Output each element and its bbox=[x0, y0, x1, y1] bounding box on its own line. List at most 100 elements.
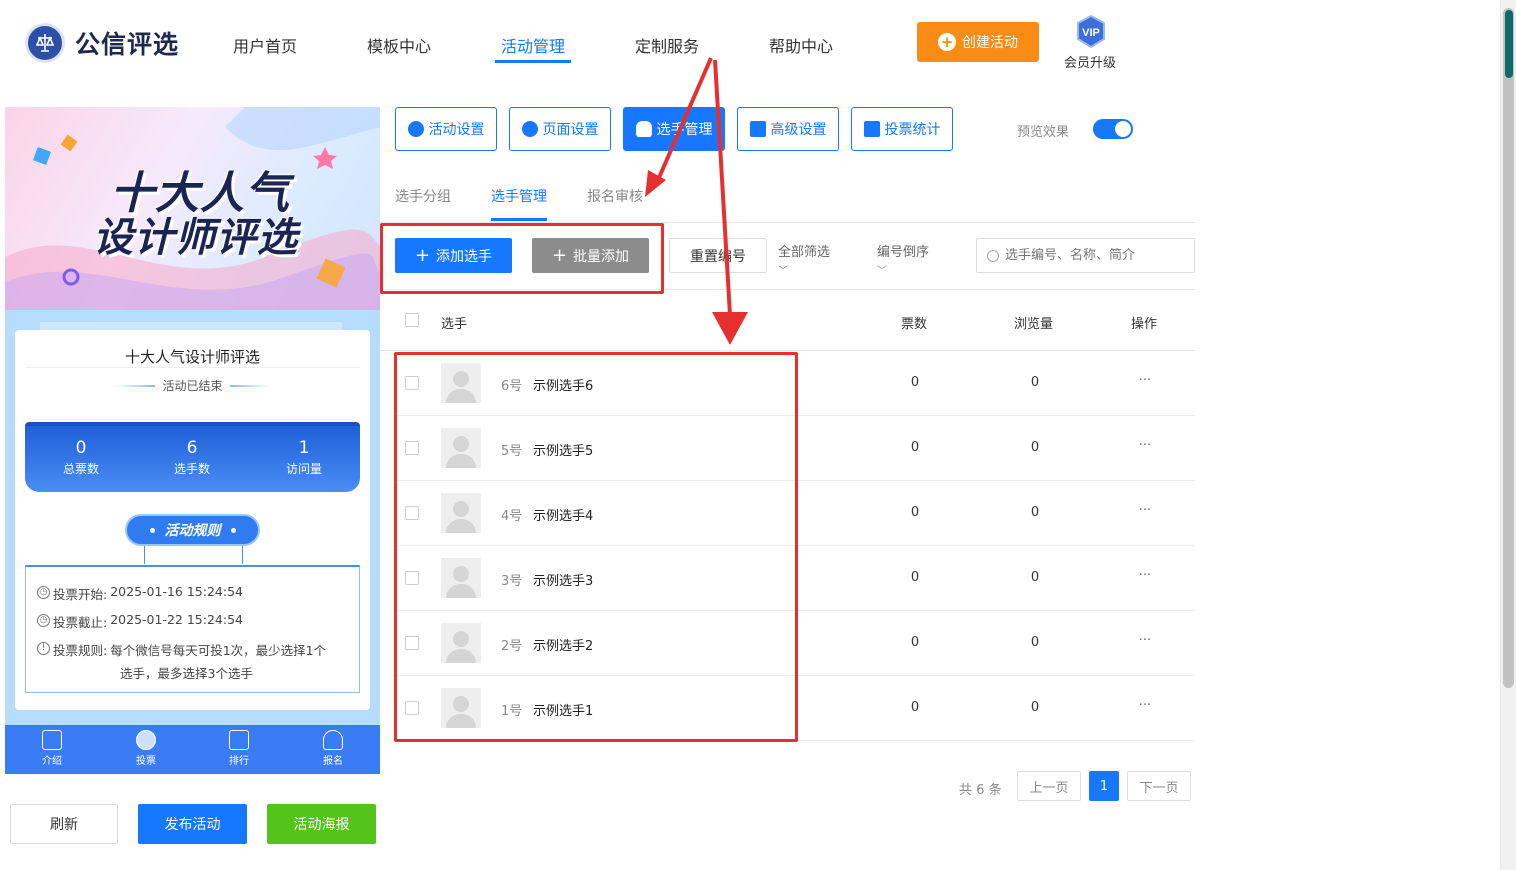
tab-ranking[interactable]: 排行 bbox=[209, 730, 269, 767]
nav-user-home[interactable]: 用户首页 bbox=[233, 33, 297, 57]
prev-page-button[interactable]: 上一页 bbox=[1017, 771, 1081, 801]
info-icon: ! bbox=[37, 642, 50, 655]
logo-text[interactable]: 公信评选 bbox=[75, 25, 179, 61]
page-settings-button[interactable]: 页面设置 bbox=[509, 107, 611, 151]
filter-all-label: 全部筛选 bbox=[778, 245, 831, 260]
contestant-management-label: 选手管理 bbox=[656, 122, 713, 138]
card-top-strip bbox=[40, 322, 342, 330]
advanced-settings-button[interactable]: 高级设置 bbox=[737, 107, 839, 151]
more-actions-button[interactable]: ··· bbox=[1125, 698, 1165, 713]
rule-end-value: 2025-01-22 15:24:54 bbox=[110, 612, 243, 627]
tab-ranking-label: 排行 bbox=[229, 756, 249, 767]
sort-number-desc-select[interactable]: 编号倒序 ﹀ bbox=[877, 241, 929, 277]
vip-badge-text: VIP bbox=[1082, 27, 1100, 39]
page-1-button[interactable]: 1 bbox=[1089, 771, 1119, 801]
search-input[interactable] bbox=[1005, 248, 1185, 263]
contestant-views: 0 bbox=[1030, 375, 1040, 390]
rule-start-label: 投票开始: bbox=[53, 587, 108, 602]
user-icon bbox=[323, 730, 343, 750]
nav-custom-service[interactable]: 定制服务 bbox=[635, 33, 699, 57]
rule-voting-value: 每个微信号每天可投1次，最少选择1个 bbox=[110, 643, 327, 658]
more-actions-button[interactable]: ··· bbox=[1125, 633, 1165, 648]
annotation-box-list bbox=[394, 352, 798, 742]
create-activity-label: 创建活动 bbox=[962, 35, 1018, 51]
contestant-views: 0 bbox=[1030, 570, 1040, 585]
stat-visits-label: 访问量 bbox=[285, 462, 322, 476]
rules-connector-right bbox=[242, 546, 243, 564]
contestant-votes: 0 bbox=[910, 700, 920, 715]
stat-total-votes-value: 0 bbox=[75, 438, 87, 458]
nav-activity-management[interactable]: 活动管理 bbox=[501, 33, 565, 57]
contestant-votes: 0 bbox=[910, 375, 920, 390]
contestant-management-button[interactable]: 选手管理 bbox=[623, 107, 725, 151]
tab-intro-label: 介绍 bbox=[42, 756, 62, 767]
more-actions-button[interactable]: ··· bbox=[1125, 373, 1165, 388]
stat-total-votes-label: 总票数 bbox=[62, 462, 99, 476]
col-votes: 票数 bbox=[901, 317, 928, 332]
rule-voting: ! 投票规则: 每个微信号每天可投1次，最少选择1个 bbox=[37, 640, 326, 659]
vote-statistics-button[interactable]: 投票统计 bbox=[851, 107, 953, 151]
gear-icon bbox=[521, 121, 538, 137]
rules-title-pill: 活动规则 bbox=[125, 514, 260, 546]
chevron-down-icon: ﹀ bbox=[877, 266, 887, 277]
col-contestant: 选手 bbox=[441, 317, 468, 332]
select-all-checkbox[interactable] bbox=[405, 313, 419, 327]
tab-vote[interactable]: 投票 bbox=[116, 730, 176, 767]
page-scrollbar-thumb[interactable] bbox=[1503, 8, 1514, 688]
more-actions-button[interactable]: ··· bbox=[1125, 568, 1165, 583]
rule-end: ◷ 投票截止: 2025-01-22 15:24:54 bbox=[37, 612, 243, 631]
subtab-contestant-management[interactable]: 选手管理 bbox=[491, 186, 547, 206]
rules-connector-left bbox=[144, 546, 145, 564]
tab-vote-label: 投票 bbox=[136, 756, 156, 767]
subtab-contestant-groups[interactable]: 选手分组 bbox=[395, 186, 451, 206]
preview-effect-label: 预览效果 bbox=[1017, 125, 1070, 140]
rule-start-value: 2025-01-16 15:24:54 bbox=[110, 584, 243, 599]
tab-intro[interactable]: 介绍 bbox=[22, 730, 82, 767]
contestant-votes: 0 bbox=[910, 440, 920, 455]
subtab-active-indicator bbox=[491, 218, 547, 221]
activity-settings-button[interactable]: 活动设置 bbox=[395, 107, 497, 151]
search-icon bbox=[987, 249, 999, 262]
clock-icon: ◷ bbox=[37, 614, 50, 627]
sort-number-desc-label: 编号倒序 bbox=[877, 245, 930, 260]
stat-contestants-label: 选手数 bbox=[173, 462, 210, 476]
rule-end-label: 投票截止: bbox=[53, 615, 108, 630]
filter-all-select[interactable]: 全部筛选 ﹀ bbox=[778, 241, 830, 277]
star-icon bbox=[407, 121, 424, 137]
contestant-views: 0 bbox=[1030, 635, 1040, 650]
preview-effect-toggle-knob[interactable] bbox=[1115, 121, 1131, 137]
pagination-total: 共 6 条 bbox=[959, 783, 1002, 798]
more-actions-button[interactable]: ··· bbox=[1125, 503, 1165, 518]
rules-title: 活动规则 bbox=[164, 523, 221, 539]
contestant-views: 0 bbox=[1030, 505, 1040, 520]
refresh-button[interactable]: 刷新 bbox=[10, 804, 118, 844]
create-activity-button[interactable]: + 创建活动 bbox=[917, 22, 1039, 62]
publish-activity-button[interactable]: 发布活动 bbox=[138, 804, 247, 844]
preview-banner: 十大人气 设计师评选 bbox=[5, 107, 380, 310]
vote-icon bbox=[136, 730, 156, 750]
nav-template-center[interactable]: 模板中心 bbox=[367, 33, 431, 57]
more-actions-button[interactable]: ··· bbox=[1125, 438, 1165, 453]
reset-number-button[interactable]: 重置编号 bbox=[669, 238, 767, 273]
logo-icon[interactable] bbox=[25, 23, 65, 63]
page-settings-label: 页面设置 bbox=[542, 122, 599, 138]
tab-signup[interactable]: 报名 bbox=[303, 730, 363, 767]
page-scrollbar-handle[interactable] bbox=[1505, 10, 1513, 78]
activity-poster-button[interactable]: 活动海报 bbox=[267, 804, 376, 844]
subtab-signup-review[interactable]: 报名审核 bbox=[587, 186, 643, 206]
nav-help-center[interactable]: 帮助中心 bbox=[769, 33, 833, 57]
bar-chart-icon bbox=[863, 121, 880, 137]
vip-upgrade-label[interactable]: 会员升级 bbox=[1064, 52, 1116, 71]
search-box[interactable] bbox=[976, 238, 1195, 273]
rule-voting-label: 投票规则: bbox=[53, 643, 108, 658]
col-actions: 操作 bbox=[1131, 317, 1158, 332]
contestant-views: 0 bbox=[1030, 440, 1040, 455]
rules-dot-left bbox=[149, 527, 155, 533]
stat-visits: 1 访问量 bbox=[254, 438, 354, 477]
vip-icon[interactable]: VIP bbox=[1073, 14, 1109, 50]
rule-voting-value-cont: 选手，最多选择3个选手 bbox=[120, 666, 253, 681]
settings-sliders-icon bbox=[749, 121, 766, 137]
next-page-button[interactable]: 下一页 bbox=[1127, 771, 1191, 801]
banner-title-line2: 设计师评选 bbox=[93, 215, 298, 261]
preview-activity-title: 十大人气设计师评选 bbox=[124, 348, 260, 366]
